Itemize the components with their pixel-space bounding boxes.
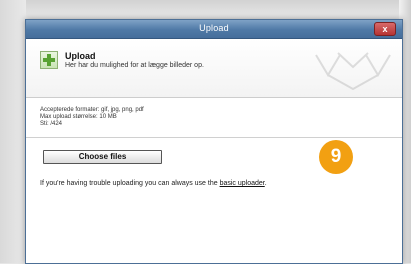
plus-icon [40,51,58,69]
help-text: If you're having trouble uploading you c… [40,180,267,187]
dialog-titlebar[interactable]: Upload x [26,20,402,39]
help-text-before: If you're having trouble uploading you c… [40,180,220,187]
close-button[interactable]: x [374,22,396,36]
background-top [0,0,411,18]
upload-path: Sti: /424 [40,121,63,127]
step-number-badge: 9 [319,140,353,174]
basic-uploader-link[interactable]: basic uploader [220,180,265,187]
header-title: Upload [65,51,96,61]
help-text-after: . [264,180,267,187]
dialog-title: Upload [199,23,229,33]
max-upload-size: Max upload størrelse: 10 MB [40,114,117,120]
background-left [0,0,26,263]
accepted-formats: Accepterede formater: gif, jpg, png, pdf [40,107,144,113]
header-subtitle: Her har du mulighed for at lægge billede… [65,62,204,69]
dialog-header: Upload Her har du mulighed for at lægge … [26,39,402,98]
upload-dialog: Upload x Upload Her har du mulighed for … [25,19,403,264]
choose-files-button[interactable]: Choose files [43,150,162,164]
section-divider [26,137,402,138]
close-icon: x [382,24,388,34]
header-decoration-icon [315,52,391,91]
upload-info: Accepterede formater: gif, jpg, png, pdf… [40,107,144,128]
